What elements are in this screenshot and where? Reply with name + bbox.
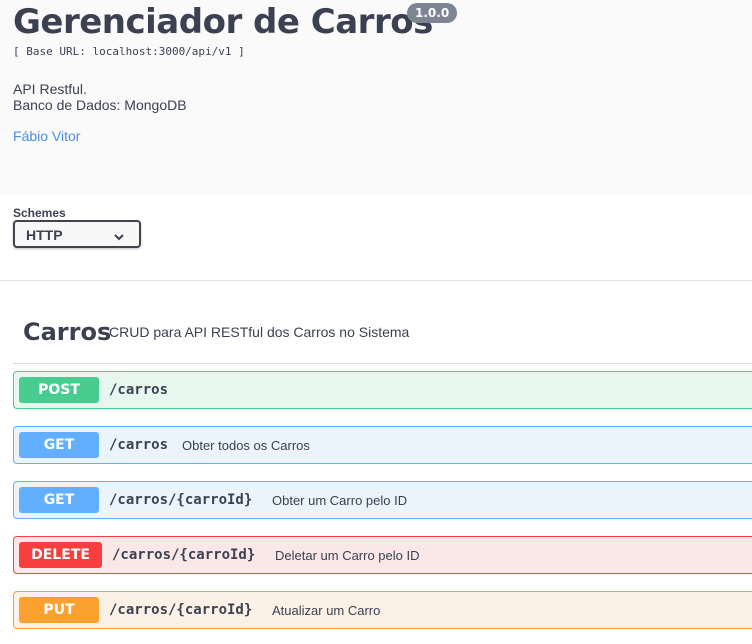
schemes-selected-value: HTTP	[26, 227, 63, 243]
operation-delete-carro[interactable]: DELETE /carros/{carroId} Deletar um Carr…	[13, 536, 752, 574]
tag-description: CRUD para API RESTful dos Carros no Sist…	[109, 324, 410, 340]
operation-summary: Obter todos os Carros	[182, 438, 310, 453]
schemes-label: Schemes	[13, 206, 66, 220]
api-description: API Restful. Banco de Dados: MongoDB	[13, 81, 187, 113]
operation-path: /carros/{carroId}	[109, 602, 253, 618]
operation-path: /carros	[109, 437, 169, 453]
method-badge-post: POST	[19, 377, 99, 403]
tag-divider	[13, 363, 752, 364]
method-badge-delete: DELETE	[19, 542, 102, 568]
operation-summary: Obter um Carro pelo ID	[272, 493, 408, 508]
chevron-down-icon	[113, 229, 125, 245]
operation-path: /carros	[109, 382, 169, 398]
operation-summary: Atualizar um Carro	[272, 603, 381, 618]
description-line: API Restful.	[13, 81, 87, 97]
operation-path: /carros/{carroId}	[109, 492, 253, 508]
operation-post-carros[interactable]: POST /carros	[13, 371, 752, 409]
operation-get-carro-by-id[interactable]: GET /carros/{carroId} Obter um Carro pel…	[13, 481, 752, 519]
operation-summary: Deletar um Carro pelo ID	[275, 548, 420, 563]
section-divider	[0, 280, 752, 281]
base-url: [ Base URL: localhost:3000/api/v1 ]	[13, 45, 245, 58]
method-badge-get: GET	[19, 487, 99, 513]
operation-put-carro[interactable]: PUT /carros/{carroId} Atualizar um Carro	[13, 591, 752, 629]
page-title: Gerenciador de Carros	[13, 2, 433, 42]
operation-path: /carros/{carroId}	[112, 547, 256, 563]
version-badge: 1.0.0	[407, 3, 458, 23]
method-badge-get: GET	[19, 432, 99, 458]
schemes-select[interactable]: HTTP	[13, 220, 141, 248]
tag-title[interactable]: Carros	[23, 318, 111, 346]
description-line: Banco de Dados: MongoDB	[13, 97, 187, 113]
method-badge-put: PUT	[19, 597, 99, 623]
author-link[interactable]: Fábio Vitor	[13, 128, 80, 144]
info-section: Gerenciador de Carros 1.0.0 [ Base URL: …	[0, 0, 752, 195]
operation-get-carros[interactable]: GET /carros Obter todos os Carros	[13, 426, 752, 464]
